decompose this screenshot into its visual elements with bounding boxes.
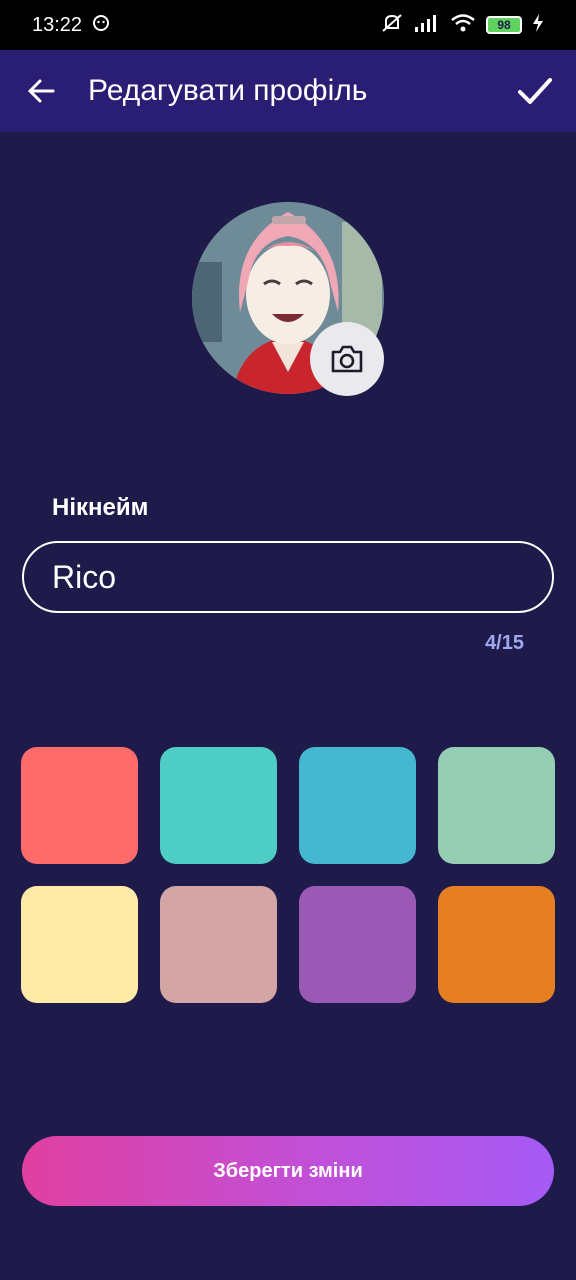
avatar-container [192, 202, 384, 396]
color-swatch[interactable] [160, 747, 277, 864]
color-picker [21, 747, 556, 1003]
change-photo-button[interactable] [310, 322, 384, 396]
charging-icon [532, 13, 544, 37]
notification-icon [92, 14, 110, 37]
char-counter: 4/15 [485, 632, 524, 654]
page-title: Редагувати профіль [88, 74, 368, 107]
color-swatch[interactable] [21, 747, 138, 864]
color-swatch[interactable] [299, 886, 416, 1003]
signal-icon [414, 13, 440, 38]
check-icon [518, 78, 552, 104]
save-button[interactable]: Зберегти зміни [22, 1136, 554, 1206]
status-left: 13:22 [32, 14, 110, 37]
color-swatch[interactable] [299, 747, 416, 864]
mute-icon [380, 12, 404, 39]
color-swatch[interactable] [21, 886, 138, 1003]
camera-icon [331, 345, 363, 373]
app-bar: Редагувати профіль [0, 50, 576, 132]
color-swatch[interactable] [438, 886, 555, 1003]
color-swatch[interactable] [160, 886, 277, 1003]
confirm-button[interactable] [514, 70, 556, 112]
status-bar: 13:22 98 [0, 0, 576, 50]
wifi-icon [450, 13, 476, 38]
color-swatch[interactable] [438, 747, 555, 864]
back-button[interactable] [22, 72, 60, 110]
nickname-input[interactable] [22, 541, 554, 613]
status-time: 13:22 [32, 13, 83, 36]
battery-icon: 98 [486, 16, 522, 34]
nickname-label: Нікнейм [52, 494, 149, 521]
arrow-left-icon [28, 79, 55, 103]
status-right: 98 [380, 12, 544, 39]
